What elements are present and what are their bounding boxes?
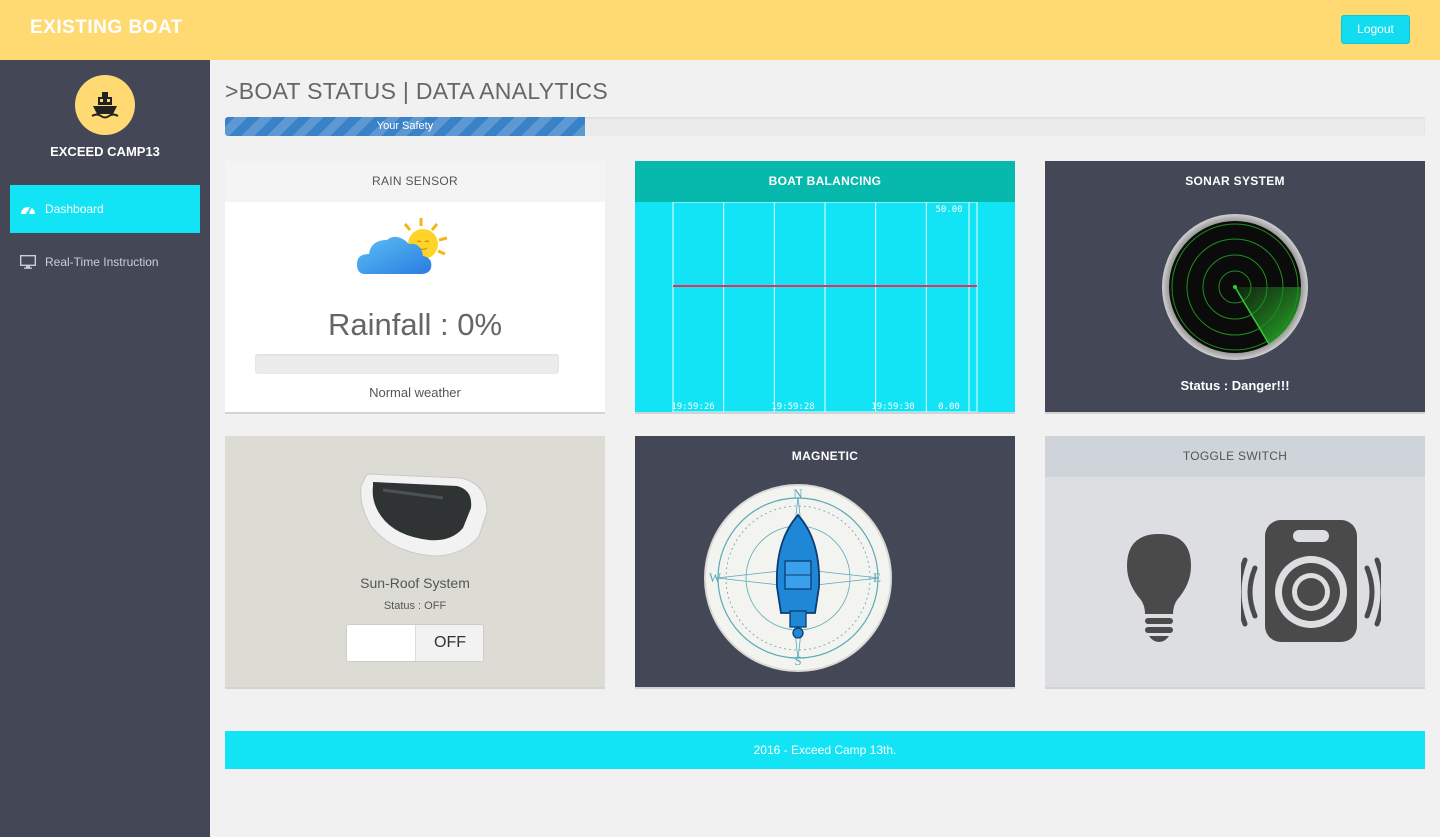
radar-icon (1162, 214, 1308, 360)
sunroof-title: Sun-Roof System (360, 575, 470, 591)
compass-n-label: N (793, 486, 803, 501)
compass-s-label: S (794, 653, 801, 668)
x-tick-label: 19:59:26 (671, 402, 714, 412)
sonar-status: Status : Danger!!! (1180, 378, 1290, 393)
page-title: >BOAT STATUS | DATA ANALYTICS (225, 78, 608, 104)
sidebar-item-label: Dashboard (45, 202, 104, 216)
sunroof-toggle[interactable]: OFF (346, 624, 484, 662)
card-title: RAIN SENSOR (225, 161, 605, 202)
compass-e-label: E (873, 570, 881, 585)
y-tick-label: 0.00 (938, 402, 960, 412)
balancing-chart: 50.00 0.00 19:59:26 19:59:28 19:59:30 (671, 202, 978, 412)
toggle-switch-card: TOGGLE SWITCH (1045, 436, 1425, 687)
footer: 2016 - Exceed Camp 13th. (225, 731, 1425, 769)
rainfall-progress-bar (255, 354, 559, 374)
compass-w-label: W (709, 570, 722, 585)
compass-boat-icon: N S E W (704, 484, 892, 672)
sidebar-item-dashboard[interactable]: Dashboard (10, 185, 200, 233)
top-bar: EXISTING BOAT Logout (0, 0, 1440, 60)
sun-cloud-icon (357, 218, 448, 274)
safety-progress-fill: Your Safety (225, 117, 585, 136)
monitor-icon (20, 255, 36, 269)
logout-button[interactable]: Logout (1341, 15, 1410, 44)
brand-title: EXISTING BOAT (30, 17, 183, 38)
boat-balancing-card: BOAT BALANCING 50.00 0.00 19:59:26 19:59:28… (635, 161, 1015, 412)
toggle-state-label: OFF (415, 625, 483, 661)
light-bulb-icon[interactable] (1125, 532, 1193, 644)
card-title: BOAT BALANCING (635, 161, 1015, 202)
toggle-knob (347, 625, 415, 661)
sidebar: EXCEED CAMP13 Dashboard Real-Time Instru… (0, 60, 210, 837)
dashboard-icon (21, 206, 35, 215)
user-name: EXCEED CAMP13 (50, 144, 160, 159)
sunroof-status: Status : OFF (383, 600, 447, 612)
sidebar-item-real-time-instruction[interactable]: Real-Time Instruction (10, 238, 200, 286)
weather-text: Normal weather (369, 385, 461, 400)
magnetic-card: MAGNETIC N S E W (635, 436, 1015, 687)
x-tick-label: 19:59:30 (871, 402, 914, 412)
sidebar-item-label: Real-Time Instruction (45, 255, 159, 269)
safety-progress-bar: Your Safety (225, 117, 1425, 136)
card-title: SONAR SYSTEM (1045, 161, 1425, 202)
ship-icon (91, 92, 119, 119)
speaker-icon[interactable] (1241, 518, 1381, 644)
y-tick-label: 50.00 (935, 205, 962, 215)
x-tick-label: 19:59:28 (771, 402, 814, 412)
sonar-system-card: SONAR SYSTEM Status : Danger!!! (1045, 161, 1425, 412)
sun-roof-card: Sun-Roof System Status : OFF OFF (225, 436, 605, 687)
card-title: TOGGLE SWITCH (1045, 436, 1425, 477)
card-title: MAGNETIC (635, 436, 1015, 477)
avatar (75, 75, 135, 135)
rain-sensor-card: RAIN SENSOR Rainfall : 0% Normal weather (225, 161, 605, 412)
rainfall-value: Rainfall : 0% (327, 307, 503, 342)
sunroof-icon (360, 473, 488, 557)
